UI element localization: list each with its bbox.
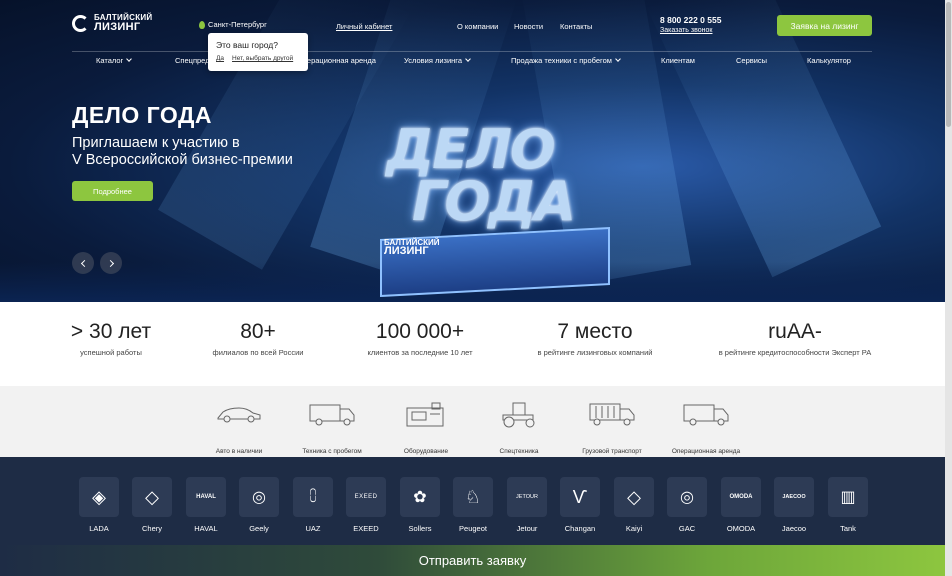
brand-exeed[interactable]: EXEED EXEED [346, 477, 386, 533]
nav-operational-rent[interactable]: Операционная аренда [297, 56, 376, 65]
chevron-down-icon [465, 56, 471, 62]
geely-logo-icon: ◎ [239, 477, 279, 517]
stat-item: 80+ филиалов по всей России [212, 320, 304, 357]
chevron-right-icon [106, 259, 114, 267]
brand-kaiyi[interactable]: ◇ Kaiyi [614, 477, 654, 533]
brand-chery[interactable]: ◇ Chery [132, 477, 172, 533]
apply-leasing-button[interactable]: Заявка на лизинг [777, 15, 872, 36]
van-icon [661, 400, 751, 428]
jetour-logo-icon: JETOUR [507, 477, 547, 517]
category-special[interactable]: Спецтехника [474, 400, 564, 455]
brands-section: ◈ LADA ◇ Chery HAVAL HAVAL ◎ Geely ⩇ UAZ EXEE… [0, 457, 945, 545]
category-trucks[interactable]: Грузовой транспорт [567, 400, 657, 455]
tractor-icon [474, 400, 564, 428]
logo-icon [72, 15, 89, 32]
contacts-link[interactable]: Контакты [560, 22, 592, 31]
city-selector[interactable]: Санкт-Петербург [199, 20, 267, 29]
tank-logo-icon: ▥ [828, 477, 868, 517]
brand-sollers[interactable]: ✿ Sollers [400, 477, 440, 533]
chery-logo-icon: ◇ [132, 477, 172, 517]
van-icon [287, 400, 377, 428]
brand-changan[interactable]: Ѵ Changan [560, 477, 600, 533]
truck-icon [567, 400, 657, 428]
category-equipment[interactable]: Оборудование [381, 400, 471, 455]
nav-catalog[interactable]: Каталог [96, 56, 133, 65]
uaz-logo-icon: ⩇ [293, 477, 333, 517]
stats-section: > 30 лет успешной работы 80+ филиалов по в… [0, 302, 945, 386]
equipment-icon [381, 400, 471, 428]
lada-logo-icon: ◈ [79, 477, 119, 517]
chevron-down-icon [126, 56, 133, 62]
hero-title: ДЕЛО ГОДА [72, 102, 212, 128]
chevron-down-icon [615, 56, 621, 62]
nav-special[interactable]: Спецпред [175, 56, 210, 65]
hero-banner: ДЕЛО ГОДА БАЛТИЙСКИЙ ЛИЗИНГ БАЛТИЙСКИЙ ЛИЗ… [0, 0, 945, 302]
category-operational-rent[interactable]: Операционная аренда [661, 400, 751, 455]
sollers-logo-icon: ✿ [400, 477, 440, 517]
prev-slide-button[interactable] [72, 252, 94, 274]
send-request-button[interactable]: Отправить заявку [0, 545, 945, 576]
brand-jetour[interactable]: JETOUR Jetour [507, 477, 547, 533]
scrollbar[interactable] [945, 0, 952, 576]
jaecoo-logo-icon: JAECOO [774, 477, 814, 517]
city-change-link[interactable]: Нет, выбрать другой [232, 55, 293, 62]
trophy-image: ДЕЛО ГОДА БАЛТИЙСКИЙ ЛИЗИНГ [372, 118, 612, 298]
brand-jaecoo[interactable]: JAECOO Jaecoo [774, 477, 814, 533]
scrollbar-thumb[interactable] [946, 2, 951, 127]
gac-logo-icon: ◎ [667, 477, 707, 517]
city-yes-link[interactable]: Да [216, 55, 224, 62]
brand-haval[interactable]: HAVAL HAVAL [186, 477, 226, 533]
stat-item: ruAA-в рейтинге кредитоспособности Экспе… [718, 320, 872, 357]
chevron-left-icon [80, 259, 88, 267]
car-icon [194, 400, 284, 428]
location-pin-icon [199, 20, 205, 29]
changan-logo-icon: Ѵ [560, 477, 600, 517]
nav-clients[interactable]: Клиентам [661, 56, 695, 65]
nav-used-sales[interactable]: Продажа техники с пробегом [511, 56, 621, 65]
nav-calculator[interactable]: Калькулятор [807, 56, 851, 65]
brand-uaz[interactable]: ⩇ UAZ [293, 477, 333, 533]
about-link[interactable]: О компании [457, 22, 498, 31]
brand-omoda[interactable]: OMODA OMODA [721, 477, 761, 533]
callback-link[interactable]: Заказать звонок [660, 27, 712, 34]
nav-leasing-terms[interactable]: Условия лизинга [404, 56, 471, 65]
brand-gac[interactable]: ◎ GAC [667, 477, 707, 533]
phone-number[interactable]: 8 800 222 0 555 [660, 15, 721, 25]
stat-item: > 30 лет успешной работы [70, 320, 152, 357]
next-slide-button[interactable] [100, 252, 122, 274]
cabinet-link[interactable]: Личный кабинет [336, 22, 392, 31]
stat-item: 7 место в рейтинге лизинговых компаний [537, 320, 653, 357]
peugeot-logo-icon: ♘ [453, 477, 493, 517]
logo[interactable]: БАЛТИЙСКИЙ ЛИЗИНГ [72, 14, 152, 33]
more-button[interactable]: Подробнее [72, 181, 153, 201]
category-section: Авто в наличии Техника с пробегом Оборуд… [0, 386, 945, 457]
omoda-logo-icon: OMODA [721, 477, 761, 517]
hero-subtitle: Приглашаем к участию в V Всероссийской б… [72, 135, 293, 168]
brand-lada[interactable]: ◈ LADA [79, 477, 119, 533]
nav-services[interactable]: Сервисы [736, 56, 767, 65]
haval-logo-icon: HAVAL [186, 477, 226, 517]
category-cars[interactable]: Авто в наличии [194, 400, 284, 455]
news-link[interactable]: Новости [514, 22, 543, 31]
exeed-logo-icon: EXEED [346, 477, 386, 517]
kaiyi-logo-icon: ◇ [614, 477, 654, 517]
stat-item: 100 000+ клиентов за последние 10 лет [367, 320, 473, 357]
city-confirm-popup: Это ваш город? Да Нет, выбрать другой [208, 33, 308, 71]
brand-tank[interactable]: ▥ Tank [828, 477, 868, 533]
brand-peugeot[interactable]: ♘ Peugeot [453, 477, 493, 533]
brand-geely[interactable]: ◎ Geely [239, 477, 279, 533]
category-used[interactable]: Техника с пробегом [287, 400, 377, 455]
